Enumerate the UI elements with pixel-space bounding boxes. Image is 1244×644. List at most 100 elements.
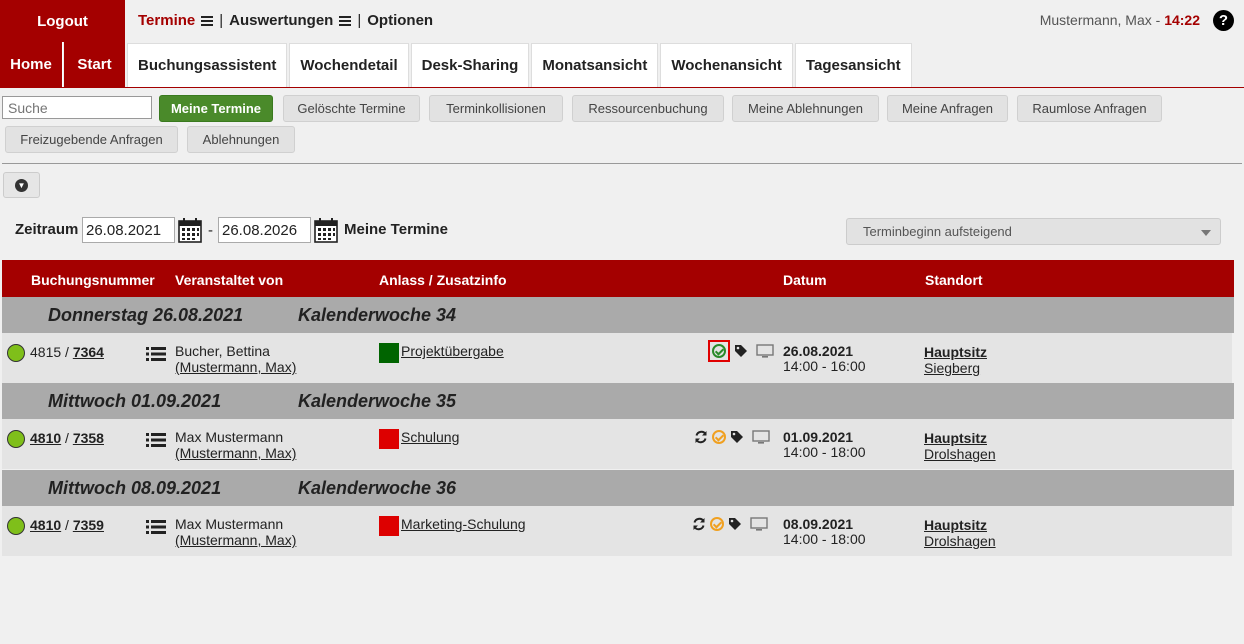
group-week: Kalenderwoche 36 xyxy=(298,478,457,498)
tag-icon[interactable] xyxy=(734,344,748,358)
calendar-icon[interactable] xyxy=(314,217,338,243)
logout-button[interactable]: Logout xyxy=(0,0,125,42)
status-dot xyxy=(7,430,25,448)
tab-start[interactable]: Start xyxy=(64,42,125,87)
tab-wochendetail[interactable]: Wochendetail xyxy=(289,43,409,87)
col-veranstaltet-von[interactable]: Veranstaltet von xyxy=(175,272,283,288)
filter-freizugebende-anfragen[interactable]: Freizugebende Anfragen xyxy=(5,126,178,153)
sync-icon[interactable] xyxy=(692,517,706,531)
main-menu: Termine | Auswertungen | Optionen xyxy=(138,12,433,29)
help-icon[interactable]: ? xyxy=(1213,10,1234,31)
filter-ressourcenbuchung[interactable]: Ressourcenbuchung xyxy=(572,95,724,122)
filter-meine-anfragen[interactable]: Meine Anfragen xyxy=(887,95,1008,122)
booking-number-primary[interactable]: 4810 xyxy=(30,430,61,446)
city-link[interactable]: Drolshagen xyxy=(924,446,996,462)
monitor-icon[interactable] xyxy=(752,430,770,444)
booking-number: 4810 / 7359 xyxy=(30,517,104,533)
col-anlass[interactable]: Anlass / Zusatzinfo xyxy=(379,272,507,288)
date-from-input[interactable]: 26.08.2021 xyxy=(82,217,175,243)
check-circle-icon[interactable] xyxy=(712,344,726,358)
row-time: 14:00 - 18:00 xyxy=(783,531,866,547)
group-day: Mittwoch 08.09.2021 xyxy=(48,478,222,498)
organizer-on-behalf-link[interactable]: (Mustermann, Max) xyxy=(175,445,296,461)
tab-wochenansicht[interactable]: Wochenansicht xyxy=(660,43,793,87)
check-circle-icon[interactable] xyxy=(712,430,726,444)
booking-number: 4815 / 7364 xyxy=(30,344,104,360)
monitor-icon[interactable] xyxy=(750,517,768,531)
menu-separator: | xyxy=(357,12,362,29)
filter-geloeschte-termine[interactable]: Gelöschte Termine xyxy=(283,95,420,122)
tab-buchungsassistent[interactable]: Buchungsassistent xyxy=(127,43,288,87)
chevron-down-icon: ▼ xyxy=(15,178,28,192)
expand-filter-button[interactable]: ▼ xyxy=(3,172,40,198)
group-week: Kalenderwoche 34 xyxy=(298,305,457,325)
city-link[interactable]: Drolshagen xyxy=(924,533,996,549)
filter-raumlose-anfragen[interactable]: Raumlose Anfragen xyxy=(1017,95,1162,122)
table-row[interactable]: 4810 / 7359 Max Mustermann (Mustermann, … xyxy=(2,506,1232,556)
booking-number-link[interactable]: 7364 xyxy=(73,344,104,360)
table-row[interactable]: 4810 / 7358 Max Mustermann (Mustermann, … xyxy=(2,419,1232,469)
calendar-icon[interactable] xyxy=(178,217,202,243)
menu-optionen[interactable]: Optionen xyxy=(367,12,433,29)
organizer-name: Max Mustermann xyxy=(175,516,284,532)
row-date: 01.09.2021 xyxy=(783,429,854,445)
menu-auswertungen[interactable]: Auswertungen xyxy=(229,12,333,29)
check-circle-icon[interactable] xyxy=(710,517,724,531)
booking-number-link[interactable]: 7358 xyxy=(73,430,104,446)
filter-meine-ablehnungen[interactable]: Meine Ablehnungen xyxy=(732,95,879,122)
organizer-on-behalf-link[interactable]: (Mustermann, Max) xyxy=(175,532,296,548)
col-buchungsnummer[interactable]: Buchungsnummer xyxy=(31,272,155,288)
row-time: 14:00 - 16:00 xyxy=(783,358,866,374)
city-link[interactable]: Siegberg xyxy=(924,360,980,376)
tab-bar: Home Start Buchungsassistent Wochendetai… xyxy=(0,42,1244,88)
zeitraum-label: Zeitraum xyxy=(15,221,79,238)
organizer-on-behalf-link[interactable]: (Mustermann, Max) xyxy=(175,359,296,375)
filter-meine-termine[interactable]: Meine Termine xyxy=(159,95,273,122)
date-to-input[interactable]: 26.08.2026 xyxy=(218,217,311,243)
organizer-name: Bucher, Bettina xyxy=(175,343,270,359)
filter-terminkollisionen[interactable]: Terminkollisionen xyxy=(429,95,563,122)
tab-monatsansicht[interactable]: Monatsansicht xyxy=(531,43,659,87)
search-input[interactable] xyxy=(2,96,152,119)
booking-number-slash: / xyxy=(61,430,73,446)
group-day: Donnerstag 26.08.2021 xyxy=(48,305,244,325)
booking-number-link[interactable]: 7359 xyxy=(73,517,104,533)
list-icon[interactable] xyxy=(146,346,166,362)
filter-ablehnungen[interactable]: Ablehnungen xyxy=(187,126,295,153)
occasion-color-swatch xyxy=(379,343,399,363)
location-link[interactable]: Hauptsitz xyxy=(924,430,987,446)
row-icons xyxy=(708,340,774,362)
status-dot xyxy=(7,344,25,362)
sort-select[interactable]: Terminbeginn aufsteigend xyxy=(846,218,1221,245)
organizer-name: Max Mustermann xyxy=(175,429,284,445)
tag-icon[interactable] xyxy=(730,430,744,444)
sync-icon[interactable] xyxy=(694,430,708,444)
table-header: Buchungsnummer Veranstaltet von Anlass /… xyxy=(2,260,1234,297)
occasion-link[interactable]: Projektübergabe xyxy=(401,343,504,359)
col-standort[interactable]: Standort xyxy=(925,272,983,288)
day-group-header: Donnerstag 26.08.2021 Kalenderwoche 34 xyxy=(2,297,1234,333)
burger-icon[interactable] xyxy=(201,14,214,28)
tab-home[interactable]: Home xyxy=(0,42,63,87)
location-link[interactable]: Hauptsitz xyxy=(924,344,987,360)
tab-tagesansicht[interactable]: Tagesansicht xyxy=(794,43,912,87)
menu-termine[interactable]: Termine xyxy=(138,12,195,29)
menu-separator: | xyxy=(219,12,224,29)
tag-icon[interactable] xyxy=(728,517,742,531)
row-icons xyxy=(694,430,770,444)
chevron-down-icon xyxy=(1201,230,1211,236)
table-row[interactable]: 4815 / 7364 Bucher, Bettina (Mustermann,… xyxy=(2,333,1232,383)
occasion-link[interactable]: Marketing-Schulung xyxy=(401,516,526,532)
list-icon[interactable] xyxy=(146,432,166,448)
location-link[interactable]: Hauptsitz xyxy=(924,517,987,533)
burger-icon[interactable] xyxy=(339,14,352,28)
monitor-icon[interactable] xyxy=(756,344,774,358)
booking-number-slash: / xyxy=(61,517,73,533)
occasion-link[interactable]: Schulung xyxy=(401,429,459,445)
tab-desk-sharing[interactable]: Desk-Sharing xyxy=(410,43,530,87)
row-date: 08.09.2021 xyxy=(783,516,854,532)
booking-number-primary[interactable]: 4810 xyxy=(30,517,61,533)
top-bar: Logout Termine | Auswertungen | Optionen… xyxy=(0,0,1244,42)
col-datum[interactable]: Datum xyxy=(783,272,827,288)
list-icon[interactable] xyxy=(146,519,166,535)
